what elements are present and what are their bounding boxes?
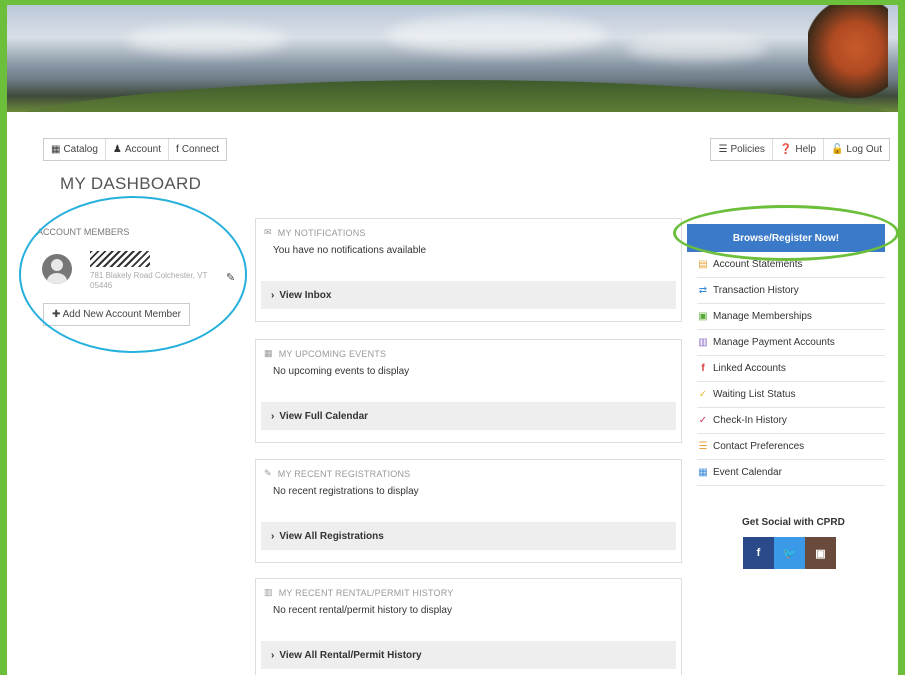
statements-icon: ▤ — [698, 259, 708, 270]
view-inbox-link[interactable]: › View Inbox — [261, 281, 676, 309]
panel-heading: MY RECENT REGISTRATIONS — [277, 468, 411, 479]
logout-icon: 🔓 — [830, 144, 844, 155]
calendar-icon: ▦ — [264, 348, 273, 358]
social-heading: Get Social with CPRD — [742, 517, 845, 528]
transactions-icon: ⇄ — [698, 285, 708, 296]
check-icon: ✓ — [698, 389, 708, 400]
logout-button[interactable]: 🔓 Log Out — [824, 139, 889, 160]
link-manage-payment-accounts[interactable]: ▥ Manage Payment Accounts — [697, 330, 885, 356]
pencil-icon: ✎ — [264, 468, 272, 478]
view-calendar-link[interactable]: › View Full Calendar — [261, 402, 676, 430]
building-icon: ▥ — [264, 587, 273, 597]
view-registrations-link[interactable]: › View All Registrations — [261, 522, 676, 550]
events-panel: ▦ MY UPCOMING EVENTS No upcoming events t… — [255, 339, 682, 443]
facebook-icon: f — [756, 547, 761, 559]
nav-catalog-button[interactable]: ▦ Catalog — [44, 139, 106, 160]
twitter-button[interactable]: 🐦 — [774, 537, 805, 569]
rentals-panel: ▥ MY RECENT RENTAL/PERMIT HISTORY No rece… — [255, 578, 682, 675]
envelope-icon: ✉ — [264, 227, 272, 237]
calendar-icon: ▦ — [698, 467, 708, 478]
link-event-calendar[interactable]: ▦ Event Calendar — [697, 460, 885, 486]
add-member-button[interactable]: ✚ Add New Account Member — [43, 303, 191, 326]
social-buttons: f 🐦 ▣ — [743, 537, 836, 569]
member-name-redacted — [90, 251, 150, 267]
help-icon: ❓ — [779, 144, 793, 155]
registrations-panel: ✎ MY RECENT REGISTRATIONS No recent regis… — [255, 459, 682, 563]
help-button[interactable]: ❓ Help — [773, 139, 824, 160]
notifications-panel: ✉ MY NOTIFICATIONS You have no notificati… — [255, 218, 682, 322]
nav-account-button[interactable]: ♟ Account — [106, 139, 170, 160]
chevron-right-icon: › — [271, 530, 275, 542]
link-linked-accounts[interactable]: f Linked Accounts — [697, 356, 885, 382]
pencil-icon[interactable]: ✎ — [226, 271, 235, 284]
panel-message: You have no notifications available — [273, 245, 427, 256]
memberships-icon: ▣ — [698, 311, 708, 322]
policies-button[interactable]: ☰ Policies — [711, 139, 773, 160]
facebook-icon: f — [176, 144, 179, 155]
member-address: 781 Blakely Road Colchester, VT 05446 — [90, 271, 208, 290]
link-waiting-list-status[interactable]: ✓ Waiting List Status — [697, 382, 885, 408]
chevron-right-icon: › — [271, 289, 275, 301]
account-members-heading: ACCOUNT MEMBERS — [37, 227, 130, 237]
link-manage-memberships[interactable]: ▣ Manage Memberships — [697, 304, 885, 330]
header-banner-image — [7, 5, 898, 112]
facebook-icon: f — [701, 363, 705, 374]
policies-icon: ☰ — [718, 144, 728, 155]
link-account-statements[interactable]: ▤ Account Statements — [697, 252, 885, 278]
instagram-button[interactable]: ▣ — [805, 537, 836, 569]
link-contact-preferences[interactable]: ☰ Contact Preferences — [697, 434, 885, 460]
link-check-in-history[interactable]: ✓ Check-In History — [697, 408, 885, 434]
browse-register-button[interactable]: Browse/Register Now! — [687, 224, 885, 252]
panel-message: No recent rental/permit history to displ… — [273, 605, 452, 616]
chevron-right-icon: › — [271, 649, 275, 661]
page-title: MY DASHBOARD — [60, 174, 202, 193]
twitter-icon: 🐦 — [782, 547, 797, 560]
checkin-icon: ✓ — [698, 415, 708, 426]
view-rentals-link[interactable]: › View All Rental/Permit History — [261, 641, 676, 669]
panel-heading: MY NOTIFICATIONS — [277, 227, 366, 238]
link-transaction-history[interactable]: ⇄ Transaction History — [697, 278, 885, 304]
panel-message: No recent registrations to display — [273, 486, 419, 497]
panel-heading: MY UPCOMING EVENTS — [278, 348, 387, 359]
grid-icon: ▦ — [51, 144, 61, 155]
plus-icon: ✚ — [52, 309, 61, 320]
chevron-right-icon: › — [271, 410, 275, 422]
facebook-button[interactable]: f — [743, 537, 774, 569]
panel-message: No upcoming events to display — [273, 366, 410, 377]
instagram-icon: ▣ — [815, 547, 826, 560]
user-icon: ♟ — [112, 144, 122, 155]
nav-connect-button[interactable]: f Connect — [169, 139, 226, 160]
payment-icon: ▥ — [698, 337, 708, 348]
contact-icon: ☰ — [698, 441, 708, 452]
top-nav: ▦ Catalog ♟ Account f Connect — [43, 138, 228, 161]
panel-heading: MY RECENT RENTAL/PERMIT HISTORY — [278, 587, 454, 598]
quick-links-list: ▤ Account Statements ⇄ Transaction History… — [697, 252, 885, 486]
avatar[interactable] — [42, 254, 72, 284]
utility-nav: ☰ Policies ❓ Help 🔓 Log Out — [710, 138, 890, 161]
